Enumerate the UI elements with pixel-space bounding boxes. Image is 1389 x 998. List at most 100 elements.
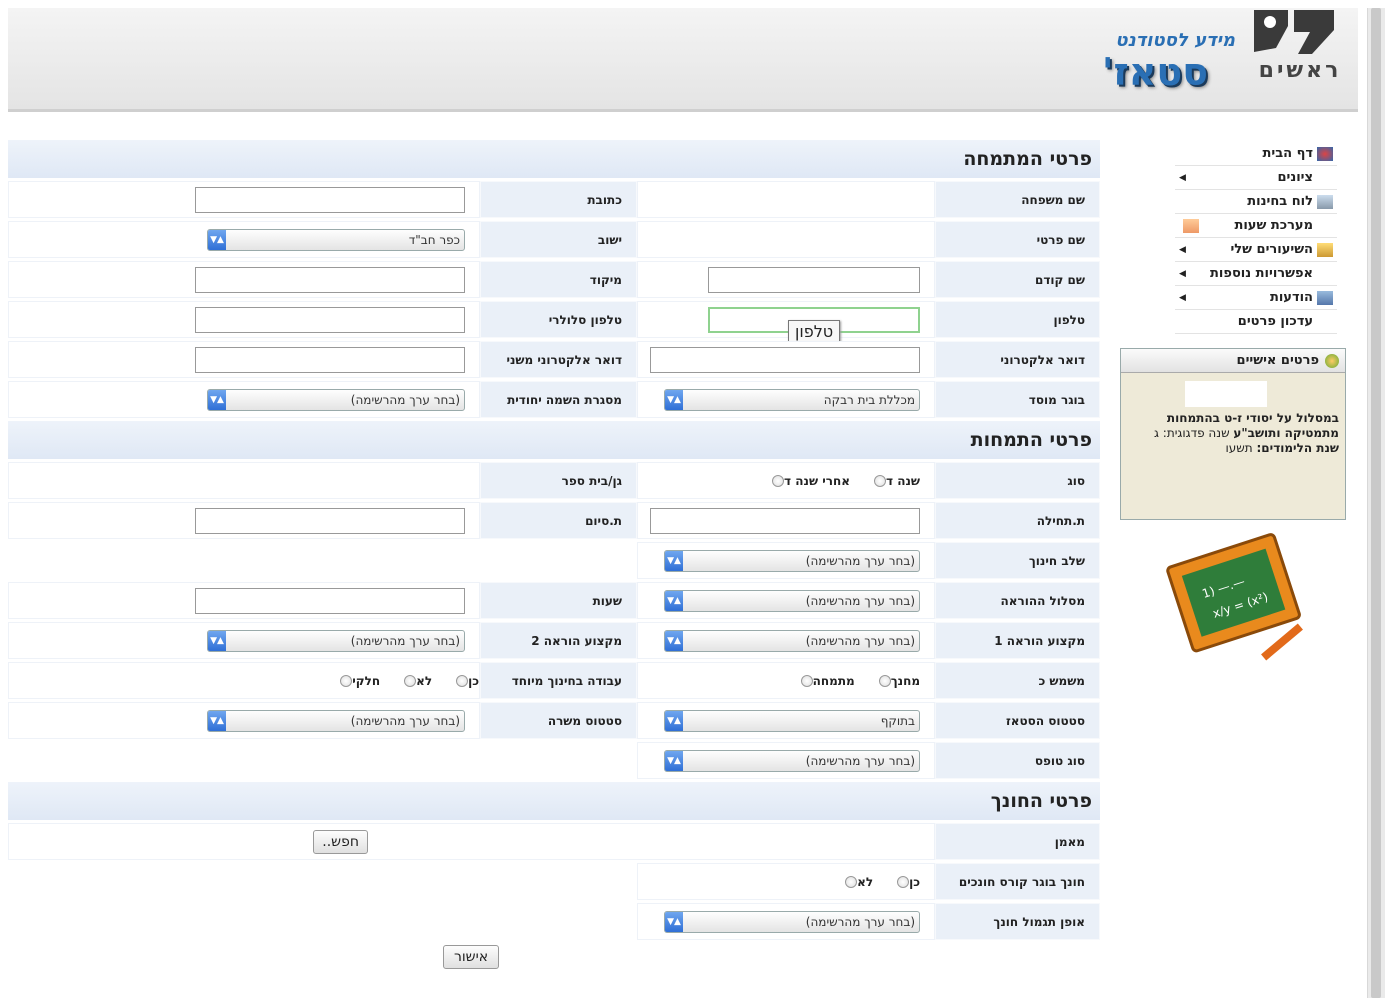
sidebar-item-home[interactable]: דף הבית [1175,142,1337,166]
special-framework-select[interactable]: (בחר ערך מהרשימה) ▲▼ [207,388,465,411]
radio-circle-icon[interactable] [873,474,886,487]
end-date-input[interactable] [195,507,465,534]
form-row: ת.תחילה ת.סיום [8,502,1100,539]
radio-circle-icon[interactable] [845,875,858,888]
institution-select-value: מכללת בית רבקה [823,392,915,407]
hours-input[interactable] [195,587,465,614]
lessons-icon [1317,242,1333,257]
select-arrow-icon: ▲▼ [665,590,683,611]
status-select-value: בתוקף [880,713,915,728]
form-row: חונך בוגר קורס חונכים כן לא [8,863,1100,900]
address-input[interactable] [195,186,465,213]
course-grad-cell: כן לא [637,863,935,900]
special-ed-radio-no[interactable]: לא [396,674,432,688]
first-name-label: שם פרטי [935,221,1100,258]
radio-circle-icon[interactable] [800,674,813,687]
select-arrow-icon: ▲▼ [208,630,226,651]
mobile-input[interactable] [195,306,465,333]
sidebar-item-label: דף הבית [1262,146,1313,161]
stage-select[interactable]: (בחר ערך מהרשימה) ▲▼ [664,549,920,572]
submenu-arrow-icon: ◀ [1179,244,1186,255]
sidebar-item-my-lessons[interactable]: השיעורים שלי ◀ [1175,238,1337,262]
scrollbar-thumb[interactable] [1371,8,1381,998]
sidebar-item-label: מערכת שעות [1234,218,1313,233]
vertical-scrollbar[interactable] [1367,8,1385,998]
special-ed-radio-label: כן [468,673,479,688]
special-ed-radio-partial[interactable]: חלקי [332,674,380,688]
select-arrow-icon: ▲▼ [208,229,226,250]
exam-board-icon [1317,194,1333,209]
sidebar-item-messages[interactable]: הודעות ◀ [1175,286,1337,310]
radio-circle-icon[interactable] [897,875,910,888]
serves-as-radio-intern[interactable]: מתמחה [793,674,855,688]
form-row: שם קודם מיקוד [8,261,1100,298]
status-select[interactable]: בתוקף ▲▼ [664,709,920,732]
submenu-arrow-icon: ◀ [1179,268,1186,279]
chalkboard-icon: 1) —.— x/y = (x²) [1166,533,1303,661]
job-status-select[interactable]: (בחר ערך מהרשימה) ▲▼ [207,709,465,732]
email-input[interactable] [650,346,920,373]
last-name-label: שם משפחה [935,181,1100,218]
sidebar-item-more-options[interactable]: אפשרויות נוספות ◀ [1175,262,1337,286]
school-label: גן/בית ספר [480,462,637,499]
pedagogic-year: שנה פדגוגית: ג [1154,426,1234,440]
form-row: אופן תגמול חונך (בחר ערך מהרשימה) ▲▼ [8,903,1100,940]
track-line: במסלול על יסודי ז-ט בהתמחות [1166,411,1339,425]
sidebar-item-timetable[interactable]: מערכת שעות [1175,214,1337,238]
prev-name-input[interactable] [708,266,920,293]
job-status-select-value: (בחר ערך מהרשימה) [350,713,460,728]
type-radio-label: אחרי שנה ד [784,473,850,488]
subject2-select[interactable]: (בחר ערך מהרשימה) ▲▼ [207,629,465,652]
sidebar-item-update-details[interactable]: עדכון פרטים [1175,310,1337,334]
course-grad-radio-yes[interactable]: כן [889,875,920,889]
track-select[interactable]: (בחר ערך מהרשימה) ▲▼ [664,589,920,612]
select-arrow-icon: ▲▼ [665,710,683,731]
radio-circle-icon[interactable] [456,674,469,687]
radio-circle-icon[interactable] [404,674,417,687]
mobile-cell [8,301,480,338]
type-cell: שנה ד אחרי שנה ד [637,462,935,499]
hours-cell [8,582,480,619]
first-name-value [637,221,935,258]
section-intern-details: פרטי המתמחה [8,140,1100,178]
last-name-value [637,181,935,218]
brand-title: סטאז' [1101,50,1209,94]
search-button[interactable]: חפש.. [313,829,368,854]
select-arrow-icon: ▲▼ [665,750,683,771]
phone-cell: טלפון [637,301,935,343]
stage-label: שלב חינוך [935,542,1100,579]
serves-as-radio-teacher[interactable]: מחנך [871,674,920,688]
reward-select[interactable]: (בחר ערך מהרשימה) ▲▼ [664,910,920,933]
email2-label: דואר אלקטרוני משני [480,341,637,378]
personal-details-box: פרטים אישיים במסלול על יסודי ז-ט בהתמחות… [1120,348,1346,520]
sidebar-item-grades[interactable]: ציונים ◀ [1175,166,1337,190]
form-row: משמש כ מחנך מתמחה עבודה בחינוך מיוחד כן … [8,662,1100,699]
sidebar-item-exams[interactable]: לוח בחינות [1175,190,1337,214]
radio-circle-icon[interactable] [772,474,785,487]
course-grad-radio-no[interactable]: לא [837,875,873,889]
submit-button[interactable]: אישור [443,945,499,969]
subject1-select[interactable]: (בחר ערך מהרשימה) ▲▼ [664,629,920,652]
sidebar-item-label: הודעות [1269,290,1313,305]
radio-circle-icon[interactable] [878,674,891,687]
form-row: מסלול ההוראה (בחר ערך מהרשימה) ▲▼ שעות [8,582,1100,619]
course-grad-radio-label: לא [857,874,874,889]
institution-select[interactable]: מכללת בית רבקה ▲▼ [664,388,920,411]
serves-as-cell: מחנך מתמחה [637,662,935,699]
city-select[interactable]: כפר חב"ד ▲▼ [207,228,465,251]
select-arrow-icon: ▲▼ [208,710,226,731]
academic-year-value: תשעו [1225,441,1257,455]
form-type-select[interactable]: (בחר ערך מהרשימה) ▲▼ [664,749,920,772]
zip-input[interactable] [195,266,465,293]
subject1-cell: (בחר ערך מהרשימה) ▲▼ [637,622,935,659]
type-radio-year4[interactable]: שנה ד [866,474,920,488]
start-date-input[interactable] [650,507,920,534]
rashim-logo-icon [1254,10,1334,54]
special-ed-radio-yes[interactable]: כן [448,674,479,688]
email2-input[interactable] [195,346,465,373]
photo-placeholder [1185,381,1267,407]
radio-circle-icon[interactable] [340,674,353,687]
type-radio-after-year4[interactable]: אחרי שנה ד [764,474,850,488]
trainer-cell: חפש.. [8,823,935,860]
form-row: שם פרטי ישוב כפר חב"ד ▲▼ [8,221,1100,258]
